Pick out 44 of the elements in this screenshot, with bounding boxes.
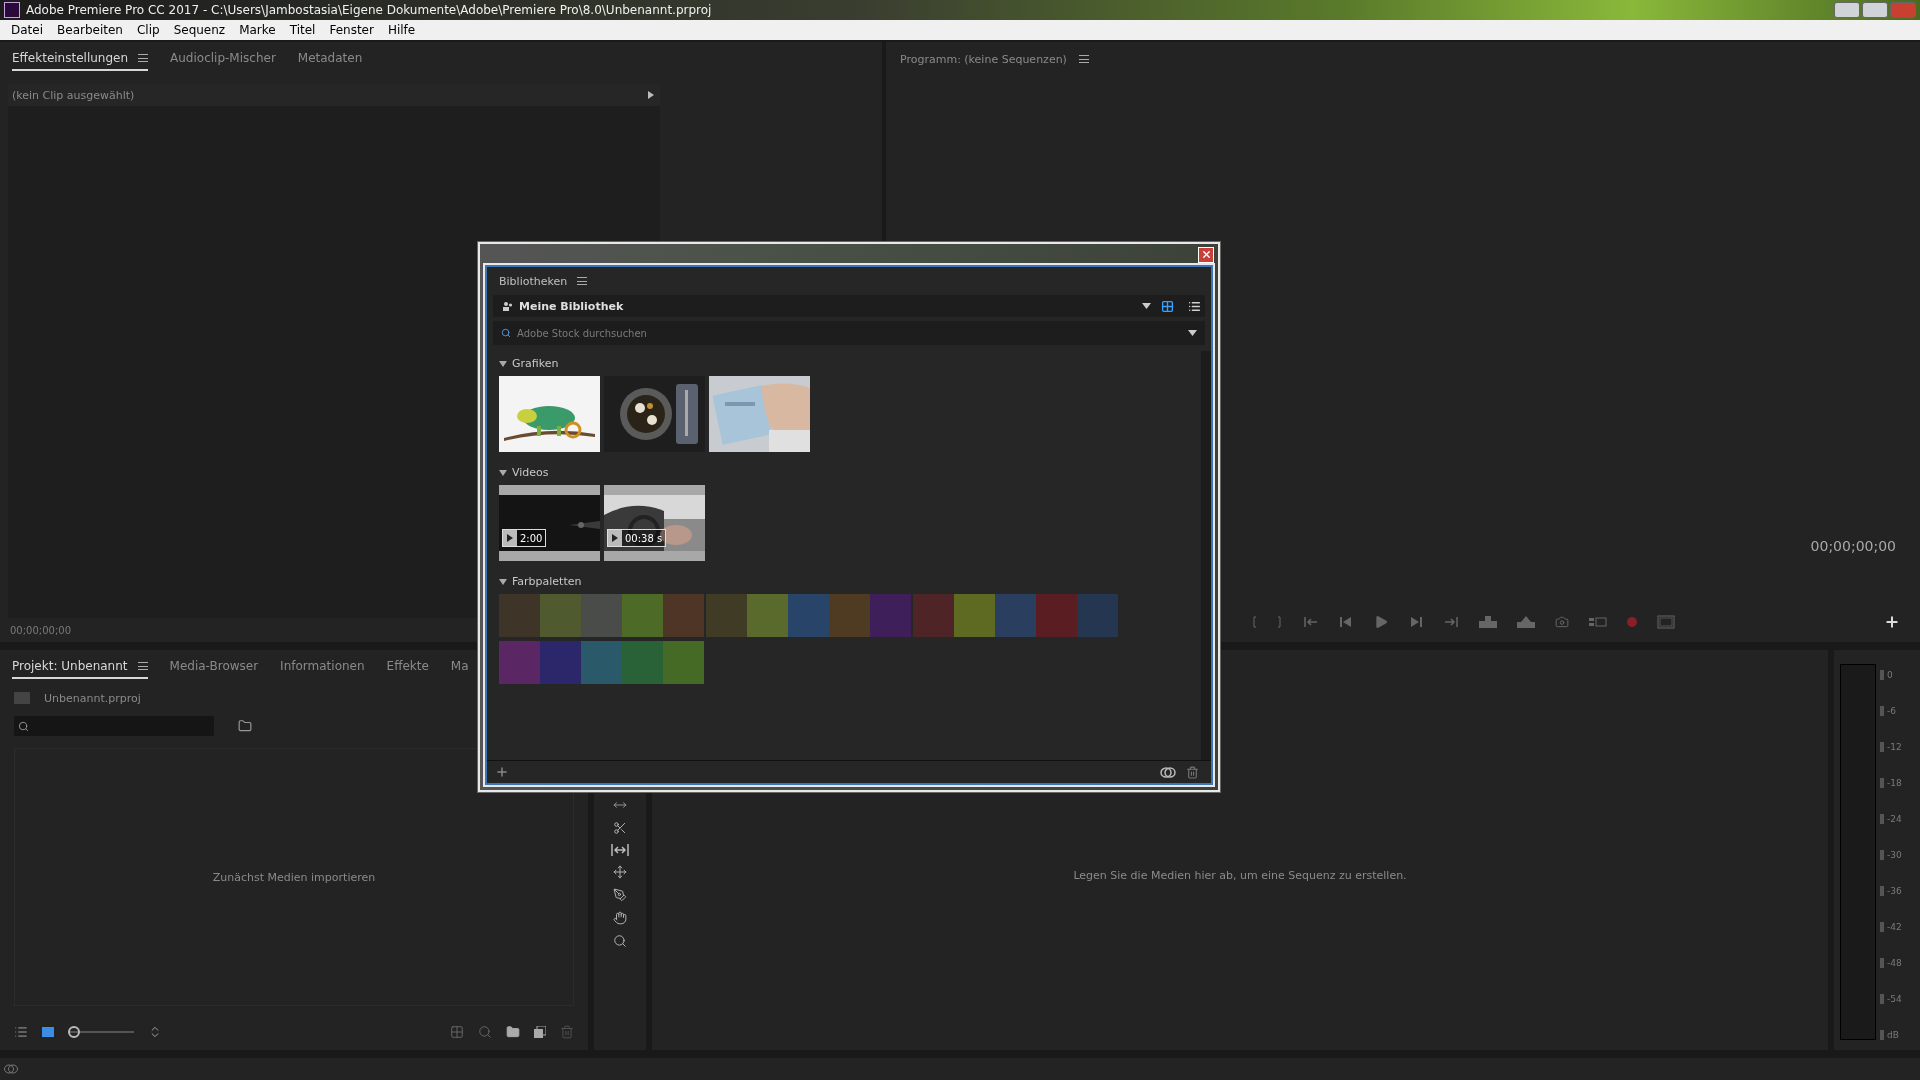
meter-scale-label: 0: [1880, 670, 1902, 680]
meter-scale-label: -30: [1880, 850, 1902, 860]
window-title: Adobe Premiere Pro CC 2017 - C:\Users\Jambostasia\Eigene Dokumente\Adobe\Premiere Pro\8.0\Unbenannt.prproj: [26, 3, 713, 17]
panel-tab[interactable]: Media-Browser: [169, 655, 259, 679]
search-field[interactable]: Adobe Stock durchsuchen: [493, 321, 1205, 345]
meter-scale-label: -36: [1880, 886, 1902, 896]
duration-badge[interactable]: 2:00: [502, 529, 547, 547]
panel-title[interactable]: Programm: (keine Sequenzen): [900, 52, 1067, 66]
meter-scale-label: -18: [1880, 778, 1902, 788]
meter-scale-label: dB: [1880, 1030, 1902, 1040]
project-file-name: Unbenannt.prproj: [44, 691, 141, 705]
panel-tab[interactable]: Projekt: Unbenannt: [12, 655, 148, 679]
panel-tab[interactable]: Effekte: [386, 655, 429, 679]
duration-badge[interactable]: 00:38 s: [607, 529, 667, 547]
panel-title: Bibliotheken: [499, 274, 568, 288]
menu-item[interactable]: Datei: [4, 23, 50, 37]
menu-item[interactable]: Sequenz: [166, 23, 233, 37]
panel-tab[interactable]: Audioclip-Mischer: [170, 47, 276, 71]
menu-item[interactable]: Titel: [282, 23, 323, 37]
panel-tab[interactable]: Informationen: [280, 655, 365, 679]
library-dropdown[interactable]: Meine Bibliothek: [493, 295, 1205, 317]
section-title: Videos: [512, 466, 549, 479]
menu-item[interactable]: Marke: [232, 23, 283, 37]
section-title: Grafiken: [512, 357, 559, 370]
timecode: 00;00;00;00: [1810, 538, 1896, 554]
meter-scale-label: -54: [1880, 994, 1902, 1004]
panel-tab[interactable]: Metadaten: [297, 47, 363, 71]
meter-scale-label: -24: [1880, 814, 1902, 824]
meter-scale-label: -12: [1880, 742, 1902, 752]
panel-tab[interactable]: Ma: [450, 655, 469, 679]
search-input[interactable]: Adobe Stock durchsuchen: [515, 326, 1184, 340]
meter-scale-label: -48: [1880, 958, 1902, 968]
clip-label: (kein Clip ausgewählt): [12, 88, 135, 102]
empty-message: Legen Sie die Medien hier ab, um eine Sequenz zu erstellen.: [1073, 868, 1407, 882]
meter-scale-label: -6: [1880, 706, 1902, 716]
panel-tab[interactable]: Effekteinstellungen: [12, 47, 149, 71]
menu-item[interactable]: Clip: [129, 23, 167, 37]
menu-item[interactable]: Hilfe: [380, 23, 423, 37]
section-title: Farbpaletten: [512, 575, 582, 588]
meter-scale-label: -42: [1880, 922, 1902, 932]
empty-message: Zunächst Medien importieren: [212, 870, 376, 884]
menu-item[interactable]: Fenster: [322, 23, 381, 37]
timecode: 00;00;00;00: [10, 624, 71, 636]
menu-item[interactable]: Bearbeiten: [50, 23, 130, 37]
